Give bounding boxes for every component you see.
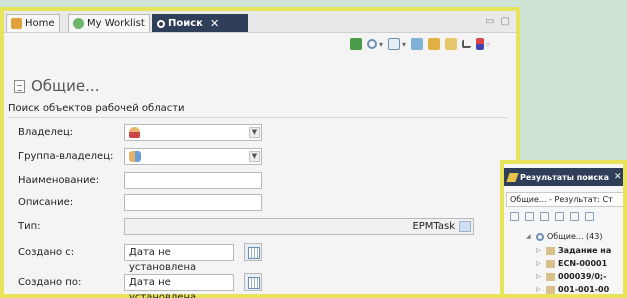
tree-item[interactable]: ▷ ECN-00001 [536, 259, 607, 268]
item-icon [546, 259, 555, 268]
collapsed-arrow-icon[interactable]: ▷ [536, 286, 543, 293]
tab-my-worklist[interactable]: My Worklist [68, 14, 150, 32]
panel-title: Общие... [14, 77, 99, 95]
minimize-icon[interactable]: ▭ [485, 16, 494, 27]
tree-item-label: 001-001-00 [558, 285, 610, 294]
calendar-icon[interactable] [244, 273, 262, 291]
clear-form-dropdown-icon[interactable]: ▾ [402, 40, 406, 49]
results-header: Общие... - Результат: Ст [506, 192, 623, 207]
tab-close-icon[interactable]: ✕ [210, 17, 219, 30]
tree-item[interactable]: ▷ Задание на [536, 246, 611, 255]
return-icon[interactable] [461, 40, 471, 48]
item-icon [546, 246, 555, 255]
arrow-up-icon[interactable] [510, 212, 519, 221]
collapsed-arrow-icon[interactable]: ▷ [536, 260, 543, 267]
search-toolbar: ▾ ▾ ▿ [4, 34, 516, 54]
expand-arrow-icon[interactable]: ◢ [526, 233, 533, 240]
tree-item-label: Общие... (43) [547, 232, 603, 241]
folder-icon[interactable] [444, 38, 457, 50]
created-after-date[interactable]: Дата не установлена [124, 244, 234, 273]
results-icon [506, 172, 519, 182]
tab-home[interactable]: Home [6, 14, 60, 32]
home-icon [11, 18, 22, 29]
clear-form-icon[interactable] [387, 38, 400, 50]
tree-item-label: 000039/0;- [558, 272, 607, 281]
list-icon[interactable] [540, 212, 549, 221]
expand-icon[interactable] [570, 212, 579, 221]
results-toolbar [510, 212, 594, 221]
tab-search-results-label: Результаты поиска [520, 172, 609, 182]
tab-search[interactable]: Поиск ✕ [152, 14, 248, 32]
panel-title-text: Общие... [31, 77, 100, 95]
tree-root[interactable]: ◢ Общие... (43) [526, 232, 602, 241]
owning-group-combo[interactable]: ▼ [124, 148, 262, 165]
item-icon [546, 272, 555, 281]
item-icon [546, 285, 555, 294]
created-before-label: Создано по: [18, 277, 82, 288]
close-icon[interactable]: ✕ [614, 172, 622, 182]
description-label: Описание: [18, 197, 74, 208]
view-menu-icon[interactable]: ▿ [486, 40, 490, 49]
chevron-down-icon[interactable]: ▼ [249, 127, 260, 138]
owning-group-label: Группа-владелец: [18, 151, 114, 162]
collapse-icon[interactable] [555, 212, 564, 221]
tab-my-worklist-label: My Worklist [87, 18, 145, 29]
description-row: Описание: [18, 194, 518, 212]
owning-group-row: Группа-владелец: ▼ [18, 148, 518, 166]
table-icon[interactable] [585, 212, 594, 221]
name-label: Наименование: [18, 175, 100, 186]
description-input[interactable] [124, 194, 262, 211]
execute-search-icon[interactable] [349, 38, 362, 50]
sort-icon[interactable] [475, 38, 484, 50]
user-icon [129, 127, 140, 138]
created-before-row: Создано по: Дата не установлена [18, 273, 518, 298]
favorites-icon[interactable] [427, 38, 440, 50]
type-picker-icon[interactable] [459, 221, 471, 232]
created-after-label: Создано с: [18, 247, 75, 258]
calendar-icon[interactable] [244, 243, 262, 261]
owner-row: Владелец: ▼ [18, 124, 518, 142]
tree-item[interactable]: ▷ 001-001-00 [536, 285, 609, 294]
collapsed-arrow-icon[interactable]: ▷ [536, 273, 543, 280]
tree-item-label: Задание на [558, 246, 612, 255]
collapsed-arrow-icon[interactable]: ▷ [536, 247, 543, 254]
created-after-row: Создано с: Дата не установлена [18, 243, 518, 273]
editor-tab-bar: Home My Worklist Поиск ✕ ▭ ▢ [4, 11, 516, 33]
created-before-date[interactable]: Дата не установлена [124, 274, 234, 298]
search-icon [536, 232, 544, 241]
name-row: Наименование: [18, 172, 518, 190]
owner-label: Владелец: [18, 127, 74, 138]
tab-search-label: Поиск [168, 18, 203, 29]
type-value: EPMTask [412, 221, 455, 232]
group-icon [129, 151, 141, 162]
document-icon [14, 79, 25, 93]
owner-combo[interactable]: ▼ [124, 124, 262, 141]
chevron-down-icon[interactable]: ▼ [249, 151, 260, 162]
saved-searches-icon[interactable] [410, 38, 423, 50]
search-results-panel: Результаты поиска ✕ Общие... - Результат… [500, 160, 627, 298]
name-input[interactable] [124, 172, 262, 189]
search-options-icon[interactable] [366, 39, 377, 49]
search-icon [157, 19, 165, 28]
maximize-icon[interactable]: ▢ [501, 16, 510, 27]
worklist-icon [73, 18, 84, 29]
type-label: Тип: [18, 221, 41, 232]
type-field[interactable]: EPMTask [124, 218, 474, 235]
type-row: Тип: EPMTask [18, 218, 518, 236]
tab-search-results[interactable]: Результаты поиска ✕ [504, 168, 623, 186]
arrow-down-icon[interactable] [525, 212, 534, 221]
panel-subtitle: Поиск объектов рабочей области [8, 103, 508, 118]
tree-item-label: ECN-00001 [558, 259, 608, 268]
search-options-dropdown-icon[interactable]: ▾ [379, 40, 383, 49]
tab-home-label: Home [25, 18, 55, 29]
tree-item[interactable]: ▷ 000039/0;- [536, 272, 606, 281]
